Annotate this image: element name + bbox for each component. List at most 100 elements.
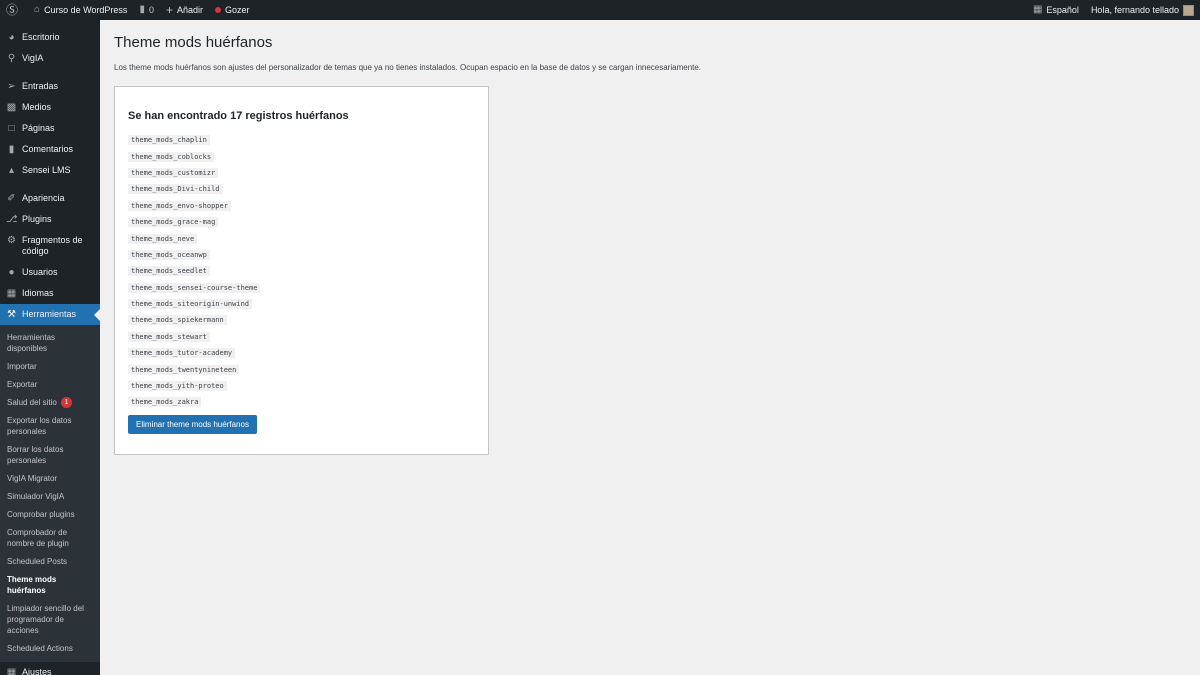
comments-count: 0	[148, 5, 154, 15]
menu-item-plugins[interactable]: ⎇ Plugins	[0, 209, 100, 230]
search-icon: ⚲	[7, 53, 16, 64]
menu-item-label: Fragmentos de código	[22, 235, 83, 256]
mod-name: theme_mods_coblocks	[128, 151, 215, 162]
submenu-item-comprobar-plugins[interactable]: Comprobar plugins	[0, 506, 100, 524]
submenu-item-herramientas-disponibles[interactable]: Herramientas disponibles	[0, 329, 100, 358]
submenu-item-limpiador-programador-acciones[interactable]: Limpiador sencillo del programador de ac…	[0, 600, 100, 640]
pin-icon: ➢	[7, 81, 16, 92]
submenu-item-exportar[interactable]: Exportar	[0, 376, 100, 394]
list-item: theme_mods_chaplin	[128, 132, 260, 148]
menu-item-sensei-lms[interactable]: ▴ Sensei LMS	[0, 160, 100, 181]
status-dot-icon	[215, 7, 221, 13]
submenu-item-label: Simulador VigIA	[7, 492, 65, 501]
menu-item-usuarios[interactable]: ● Usuarios	[0, 262, 100, 283]
mod-name: theme_mods_yith-proteo	[128, 381, 227, 392]
menu-item-label: Apariencia	[22, 193, 65, 203]
submenu-item-salud-del-sitio[interactable]: Salud del sitio 1	[0, 394, 100, 412]
admin-menu: ◕ Escritorio ⚲ VigIA ➢ Entradas ▩ Medios…	[0, 20, 100, 675]
list-item: theme_mods_coblocks	[128, 148, 260, 164]
mod-name: theme_mods_customizr	[128, 167, 219, 178]
mod-name: theme_mods_envo-shopper	[128, 200, 231, 211]
mod-name: theme_mods_neve	[128, 233, 198, 244]
menu-item-comentarios[interactable]: ▮ Comentarios	[0, 139, 100, 160]
submenu-item-vigia-migrator[interactable]: VigIA Migrator	[0, 470, 100, 488]
list-item: theme_mods_customizr	[128, 165, 260, 181]
add-new-label: Añadir	[176, 5, 203, 15]
mod-name: theme_mods_Divi-child	[128, 184, 223, 195]
comment-icon: ▮	[139, 4, 145, 15]
gozer-link[interactable]: Gozer	[209, 0, 256, 20]
language-switcher[interactable]: ▦ Español	[1027, 0, 1085, 20]
translate-icon: ▦	[1032, 4, 1043, 15]
mod-name: theme_mods_siteorigin-unwind	[128, 299, 253, 310]
menu-item-label: Herramientas	[22, 309, 77, 319]
submenu-item-simulador-vigia[interactable]: Simulador VigIA	[0, 488, 100, 506]
wrench-icon: ⚒	[7, 309, 16, 320]
orphan-mods-list: theme_mods_chaplin theme_mods_coblocks t…	[128, 132, 261, 411]
home-icon: ⌂	[34, 4, 41, 15]
menu-item-apariencia[interactable]: ✐ Apariencia	[0, 188, 100, 209]
main-content: Theme mods huérfanos Los theme mods huér…	[100, 20, 1200, 675]
comment-icon: ▮	[8, 144, 15, 155]
submenu-item-label: Importar	[7, 362, 37, 371]
page-icon: □	[8, 123, 15, 134]
menu-item-label: Medios	[22, 102, 52, 112]
submenu-item-exportar-datos-personales[interactable]: Exportar los datos personales	[0, 412, 100, 441]
menu-item-label: Entradas	[22, 81, 59, 91]
submenu-item-label: Salud del sitio	[7, 398, 57, 407]
menu-item-label: VigIA	[22, 53, 44, 63]
submenu-item-comprobador-nombre-plugin[interactable]: Comprobador de nombre de plugin	[0, 524, 100, 553]
menu-item-entradas[interactable]: ➢ Entradas	[0, 76, 100, 97]
menu-item-label: Escritorio	[22, 32, 60, 42]
menu-item-paginas[interactable]: □ Páginas	[0, 118, 100, 139]
page-description: Los theme mods huérfanos son ajustes del…	[114, 63, 702, 72]
media-icon: ▩	[6, 102, 17, 113]
list-item: theme_mods_envo-shopper	[128, 198, 260, 214]
menu-item-fragmentos-de-codigo[interactable]: ⚙ Fragmentos de código	[0, 230, 100, 262]
menu-item-label: Plugins	[22, 214, 52, 224]
submenu-item-scheduled-posts[interactable]: Scheduled Posts	[0, 553, 100, 571]
menu-item-label: Comentarios	[22, 144, 74, 154]
menu-item-medios[interactable]: ▩ Medios	[0, 97, 100, 118]
list-item: theme_mods_tutor-academy	[128, 345, 260, 361]
submenu-item-label: Theme mods huérfanos	[7, 575, 57, 595]
submenu-item-theme-mods-huerfanos[interactable]: Theme mods huérfanos	[0, 571, 100, 600]
submenu-item-importar[interactable]: Importar	[0, 358, 100, 376]
submenu-item-label: Limpiador sencillo del programador de ac…	[7, 604, 84, 635]
greeting-label: Hola, fernando tellado	[1090, 5, 1179, 15]
list-item: theme_mods_spiekermann	[128, 312, 260, 328]
menu-item-herramientas[interactable]: ⚒ Herramientas	[0, 304, 100, 325]
list-item: theme_mods_twentynineteen	[128, 361, 260, 377]
list-item: theme_mods_stewart	[128, 329, 260, 345]
submenu-item-scheduled-actions[interactable]: Scheduled Actions	[0, 640, 100, 658]
submenu-item-borrar-datos-personales[interactable]: Borrar los datos personales	[0, 441, 100, 470]
my-account-link[interactable]: Hola, fernando tellado	[1085, 0, 1200, 20]
comments-link[interactable]: ▮ 0	[133, 0, 160, 20]
wordpress-logo-button[interactable]: Ⓢ	[0, 0, 28, 20]
list-item: theme_mods_oceanwp	[128, 247, 260, 263]
admin-bar: Ⓢ ⌂ Curso de WordPress ▮ 0 + Añadir Goze…	[0, 0, 1200, 20]
delete-orphan-mods-button[interactable]: Eliminar theme mods huérfanos	[128, 415, 257, 434]
submenu-item-label: Scheduled Actions	[7, 644, 73, 653]
brush-icon: ✐	[7, 193, 16, 204]
mod-name: theme_mods_seedlet	[128, 266, 210, 277]
submenu-item-label: VigIA Migrator	[7, 474, 58, 483]
site-name-link[interactable]: ⌂ Curso de WordPress	[28, 0, 133, 20]
menu-item-escritorio[interactable]: ◕ Escritorio	[0, 27, 100, 48]
add-new-link[interactable]: + Añadir	[160, 0, 209, 20]
list-item: theme_mods_Divi-child	[128, 181, 260, 197]
submenu-item-label: Exportar	[7, 380, 38, 389]
menu-item-label: Idiomas	[22, 288, 54, 298]
herramientas-submenu: Herramientas disponibles Importar Export…	[0, 325, 100, 662]
sensei-icon: ▴	[8, 165, 15, 176]
menu-item-idiomas[interactable]: ▦ Idiomas	[0, 283, 100, 304]
menu-item-vigia[interactable]: ⚲ VigIA	[0, 48, 100, 69]
list-item: theme_mods_seedlet	[128, 263, 260, 279]
mod-name: theme_mods_sensei-course-theme	[128, 282, 261, 293]
mod-name: theme_mods_tutor-academy	[128, 348, 236, 359]
wordpress-icon: Ⓢ	[6, 3, 19, 17]
menu-item-ajustes[interactable]: ▦ Ajustes	[0, 662, 100, 675]
menu-item-label: Páginas	[22, 123, 55, 133]
card-title: Se han encontrado 17 registros huérfanos	[128, 110, 349, 122]
orphan-mods-card: Se han encontrado 17 registros huérfanos…	[114, 86, 489, 455]
